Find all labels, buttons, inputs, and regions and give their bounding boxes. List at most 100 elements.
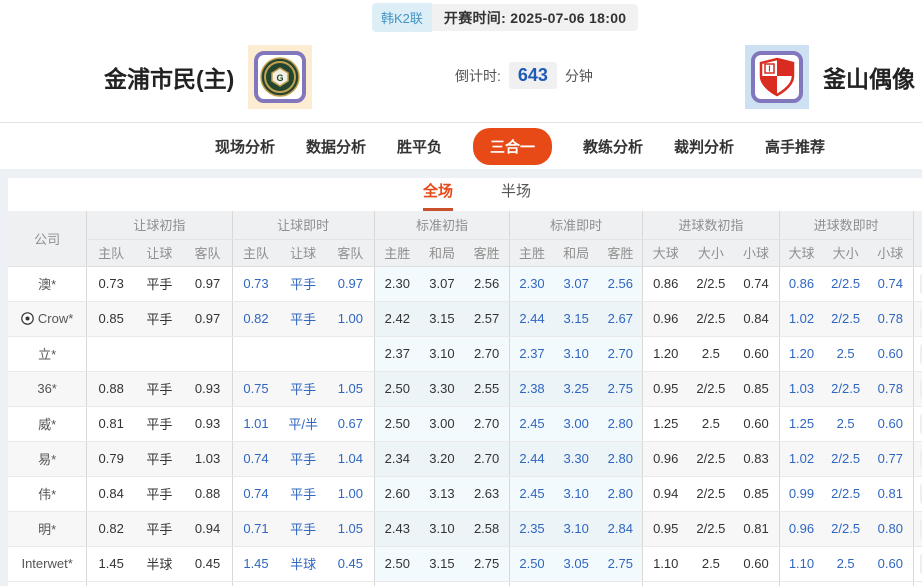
odds-cell[interactable]: 3.10 xyxy=(419,511,465,547)
odds-cell[interactable]: 3.00 xyxy=(419,406,465,442)
odds-cell[interactable]: 2.5 xyxy=(688,546,734,582)
odds-cell[interactable]: 平手 xyxy=(279,476,327,512)
odds-cell[interactable]: 0.45 xyxy=(183,546,233,582)
detail-cell[interactable] xyxy=(912,511,922,547)
odds-cell[interactable]: 2/2.5 xyxy=(688,511,734,547)
company-cell[interactable]: 澳* xyxy=(8,266,87,302)
odds-cell[interactable]: 平手 xyxy=(135,371,184,407)
odds-cell[interactable] xyxy=(86,336,136,372)
odds-cell[interactable]: 1.01 xyxy=(231,406,280,442)
odds-cell[interactable]: 3.07 xyxy=(419,266,465,302)
odds-cell[interactable]: 0.86 xyxy=(778,266,824,302)
odds-cell[interactable]: 2.55 xyxy=(464,371,510,407)
odds-cell[interactable]: 平手 xyxy=(279,441,327,477)
odds-cell[interactable]: 2.5 xyxy=(823,406,868,442)
odds-cell[interactable]: 2.50 xyxy=(373,406,420,442)
odds-cell[interactable] xyxy=(231,336,280,372)
odds-cell[interactable]: 2.50 xyxy=(509,546,554,582)
company-cell[interactable]: Crow* xyxy=(8,301,87,337)
odds-cell[interactable]: 0.60 xyxy=(733,546,780,582)
odds-cell[interactable]: 2.50 xyxy=(373,371,420,407)
nav-tab-3[interactable]: 胜平负 xyxy=(397,136,442,157)
detail-cell[interactable] xyxy=(912,336,922,372)
odds-cell[interactable] xyxy=(326,336,375,372)
odds-cell[interactable]: 2.70 xyxy=(464,406,510,442)
odds-cell[interactable]: 0.88 xyxy=(86,371,136,407)
odds-cell[interactable]: 2.60 xyxy=(373,476,420,512)
odds-cell[interactable]: 2.75 xyxy=(598,371,643,407)
detail-cell[interactable] xyxy=(912,476,922,512)
odds-cell[interactable]: 平手 xyxy=(135,441,184,477)
odds-cell[interactable]: 0.81 xyxy=(733,511,780,547)
odds-cell[interactable]: 0.86 xyxy=(642,266,689,302)
odds-cell[interactable]: 0.84 xyxy=(86,476,136,512)
odds-cell[interactable]: 1.02 xyxy=(778,301,824,337)
odds-cell[interactable]: 0.74 xyxy=(733,266,780,302)
odds-cell[interactable]: 3.15 xyxy=(553,301,599,337)
odds-cell[interactable]: 2.63 xyxy=(464,476,510,512)
detail-cell[interactable] xyxy=(912,441,922,477)
odds-cell[interactable]: 2.67 xyxy=(598,301,643,337)
detail-cell[interactable] xyxy=(912,406,922,442)
odds-cell[interactable]: 0.74 xyxy=(231,441,280,477)
odds-cell[interactable]: 1.45 xyxy=(86,546,136,582)
odds-cell[interactable]: 0.85 xyxy=(86,301,136,337)
odds-cell[interactable]: 3.10 xyxy=(553,476,599,512)
odds-cell[interactable]: 0.60 xyxy=(867,406,914,442)
odds-cell[interactable]: 2/2.5 xyxy=(823,371,868,407)
sub-tab-1[interactable]: 全场 xyxy=(422,180,453,211)
odds-cell[interactable]: 3.13 xyxy=(419,476,465,512)
odds-cell[interactable]: 0.97 xyxy=(326,266,375,302)
odds-cell[interactable]: 0.95 xyxy=(642,511,689,547)
nav-tab-2[interactable]: 数据分析 xyxy=(306,136,366,157)
odds-cell[interactable]: 平手 xyxy=(135,266,184,302)
odds-cell[interactable]: 1.45 xyxy=(231,546,280,582)
odds-cell[interactable]: 1.05 xyxy=(326,511,375,547)
odds-cell[interactable]: 2.5 xyxy=(688,406,734,442)
odds-cell[interactable]: 2.80 xyxy=(598,441,643,477)
odds-cell[interactable]: 0.78 xyxy=(867,301,914,337)
odds-cell[interactable]: 0.77 xyxy=(867,441,914,477)
odds-cell[interactable]: 3.20 xyxy=(419,441,465,477)
company-cell[interactable]: 易* xyxy=(8,441,87,477)
odds-cell[interactable]: 0.85 xyxy=(733,371,780,407)
odds-cell[interactable]: 2.30 xyxy=(373,266,420,302)
odds-cell[interactable]: 0.97 xyxy=(183,266,233,302)
odds-cell[interactable]: 2.42 xyxy=(373,301,420,337)
odds-cell[interactable]: 2.57 xyxy=(464,301,510,337)
detail-cell[interactable] xyxy=(912,266,922,302)
odds-cell[interactable]: 3.25 xyxy=(553,371,599,407)
odds-cell[interactable]: 0.75 xyxy=(231,371,280,407)
odds-cell[interactable]: 3.00 xyxy=(553,406,599,442)
odds-cell[interactable]: 2.58 xyxy=(464,511,510,547)
detail-cell[interactable] xyxy=(912,301,922,337)
odds-cell[interactable]: 2.56 xyxy=(598,266,643,302)
odds-cell[interactable]: 2.37 xyxy=(373,336,420,372)
odds-cell[interactable]: 1.25 xyxy=(778,406,824,442)
odds-cell[interactable]: 3.05 xyxy=(553,546,599,582)
odds-cell[interactable]: 平手 xyxy=(135,301,184,337)
odds-cell[interactable]: 半球 xyxy=(279,546,327,582)
odds-cell[interactable]: 0.96 xyxy=(642,441,689,477)
odds-cell[interactable]: 2.34 xyxy=(373,441,420,477)
odds-cell[interactable]: 2.75 xyxy=(598,546,643,582)
odds-cell[interactable]: 2/2.5 xyxy=(688,371,734,407)
odds-cell[interactable]: 0.82 xyxy=(86,511,136,547)
odds-cell[interactable]: 2.30 xyxy=(509,266,554,302)
odds-cell[interactable]: 0.88 xyxy=(183,476,233,512)
odds-cell[interactable]: 0.93 xyxy=(183,371,233,407)
odds-cell[interactable]: 2.50 xyxy=(373,546,420,582)
odds-cell[interactable]: 0.94 xyxy=(183,511,233,547)
nav-tab-1[interactable]: 现场分析 xyxy=(215,136,275,157)
odds-cell[interactable]: 3.07 xyxy=(553,266,599,302)
odds-cell[interactable]: 2.70 xyxy=(464,441,510,477)
company-cell[interactable]: Interwet* xyxy=(8,546,87,582)
odds-cell[interactable]: 1.25 xyxy=(642,406,689,442)
odds-cell[interactable]: 3.15 xyxy=(419,546,465,582)
odds-cell[interactable]: 0.99 xyxy=(778,476,824,512)
odds-cell[interactable]: 2.5 xyxy=(688,336,734,372)
odds-cell[interactable]: 2.5 xyxy=(823,336,868,372)
odds-cell[interactable]: 平手 xyxy=(135,511,184,547)
odds-cell[interactable]: 0.81 xyxy=(86,406,136,442)
nav-tab-4[interactable]: 三合一 xyxy=(472,127,552,165)
